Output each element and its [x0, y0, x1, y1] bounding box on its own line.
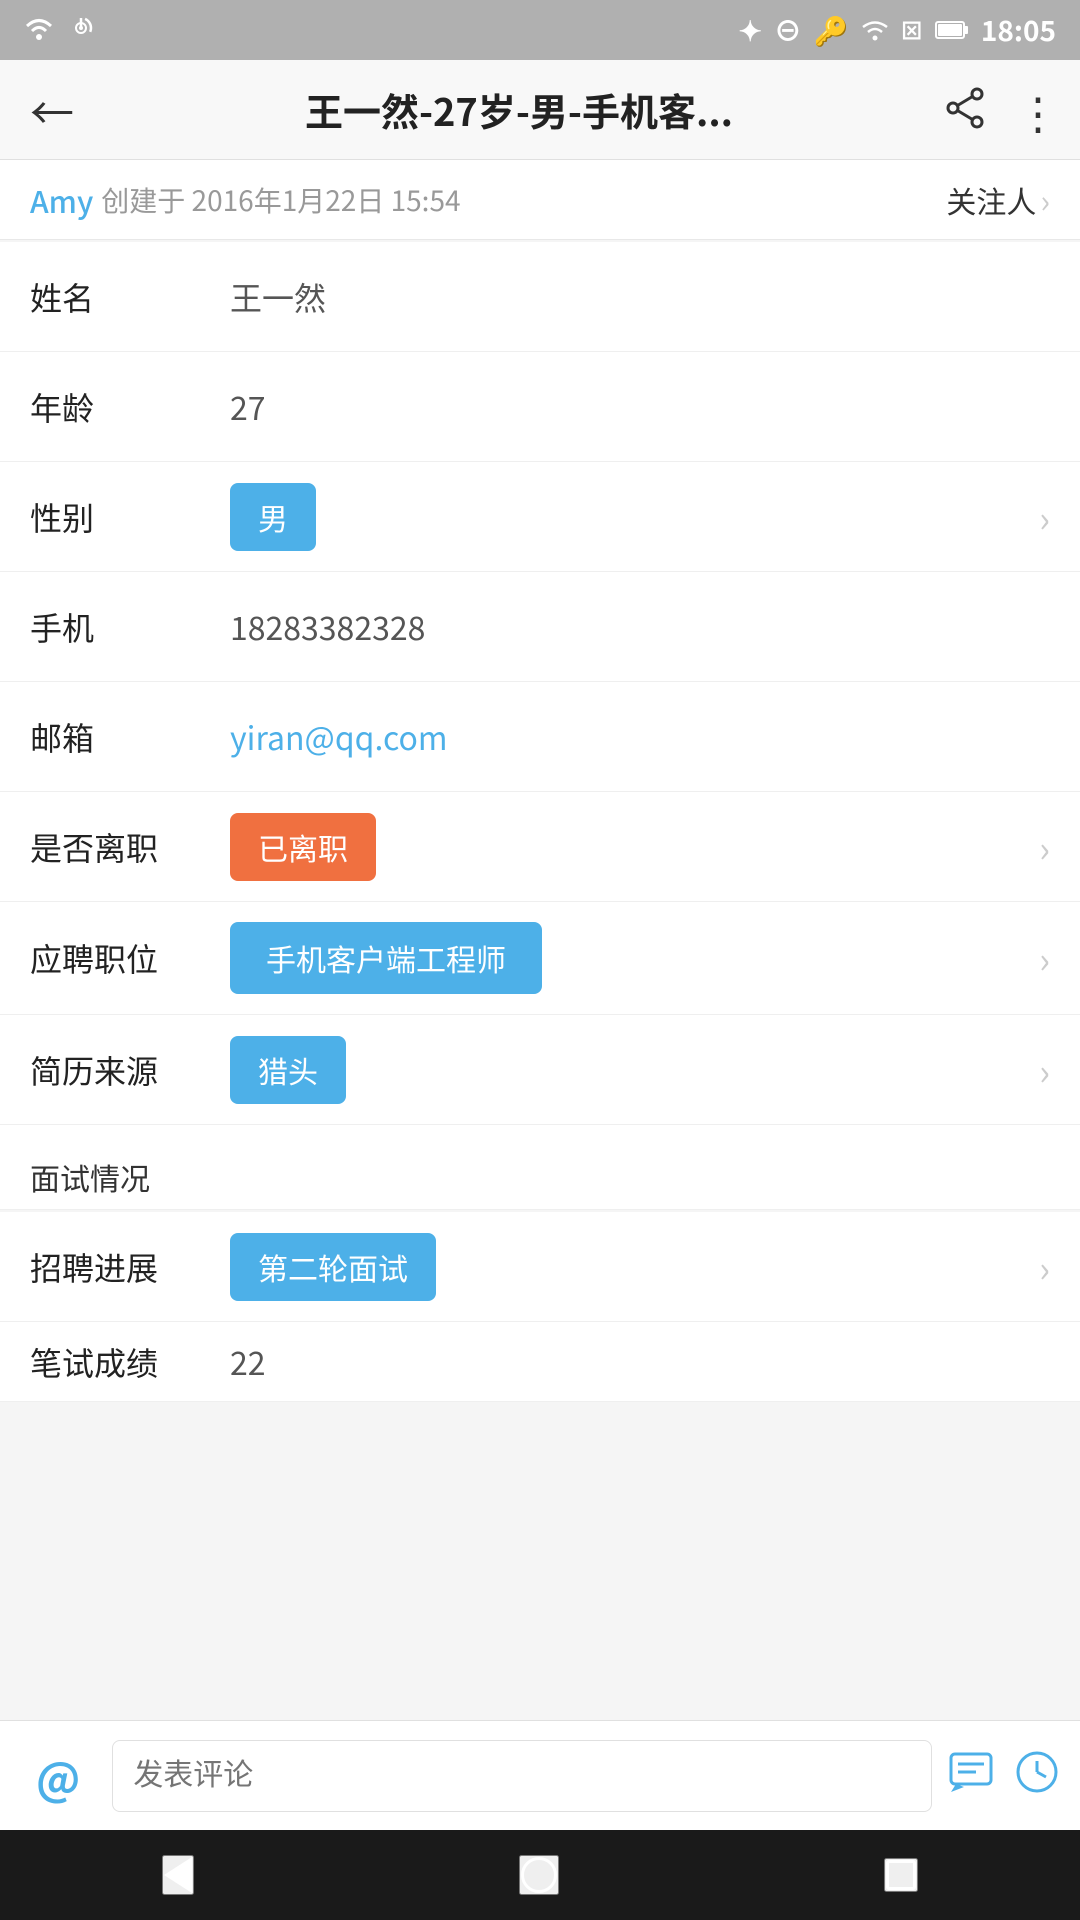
- label-recruitment: 招聘进展: [30, 1244, 230, 1290]
- key-icon: 🔑: [814, 10, 849, 50]
- label-test-score: 笔试成绩: [30, 1339, 230, 1385]
- label-phone: 手机: [30, 604, 230, 650]
- recruitment-tag[interactable]: 第二轮面试: [230, 1233, 436, 1301]
- position-tag[interactable]: 手机客户端工程师: [230, 922, 542, 994]
- back-button[interactable]: ←: [20, 68, 94, 152]
- value-resume-source-row: 猎头: [230, 1036, 1039, 1104]
- label-age: 年龄: [30, 384, 230, 430]
- status-right-icons: ✦ ⊖ 🔑 ⊠ 18:05: [738, 10, 1056, 50]
- recruitment-section: 招聘进展 第二轮面试 › 笔试成绩 22: [0, 1212, 1080, 1402]
- resigned-chevron: ›: [1039, 821, 1050, 873]
- at-button[interactable]: @: [20, 1734, 96, 1818]
- recent-square-icon: [886, 1860, 916, 1890]
- value-name: 王一然: [230, 274, 1050, 320]
- page-title: 王一然-27岁-男-手机客...: [94, 82, 944, 137]
- value-test-score: 22: [230, 1339, 1050, 1385]
- field-position[interactable]: 应聘职位 手机客户端工程师 ›: [0, 902, 1080, 1015]
- info-section: 姓名 王一然 年龄 27 性别 男 › 手机 18283382328 邮箱 yi…: [0, 242, 1080, 1125]
- android-nav-bar: [0, 1830, 1080, 1920]
- follow-label: 关注人: [946, 178, 1036, 222]
- gender-chevron: ›: [1039, 491, 1050, 543]
- more-button[interactable]: ⋮: [1016, 78, 1060, 142]
- signal-icon: [66, 12, 96, 49]
- recruitment-chevron: ›: [1039, 1241, 1050, 1293]
- nav-bar: ← 王一然-27岁-男-手机客... ⋮: [0, 60, 1080, 160]
- creator-bar: Amy 创建于 2016年1月22日 15:54 关注人 ›: [0, 160, 1080, 240]
- comment-input[interactable]: [112, 1740, 932, 1812]
- status-bar: ✦ ⊖ 🔑 ⊠ 18:05: [0, 0, 1080, 60]
- value-resigned-row: 已离职: [230, 813, 1039, 881]
- field-age: 年龄 27: [0, 352, 1080, 462]
- time-display: 18:05: [981, 10, 1056, 50]
- field-gender[interactable]: 性别 男 ›: [0, 462, 1080, 572]
- nosim-icon: ⊠: [901, 14, 923, 46]
- field-name: 姓名 王一然: [0, 242, 1080, 352]
- label-name: 姓名: [30, 274, 230, 320]
- label-resume-source: 简历来源: [30, 1047, 230, 1093]
- label-resigned: 是否离职: [30, 824, 230, 870]
- value-email[interactable]: yiran@qq.com: [230, 714, 1050, 760]
- position-chevron: ›: [1039, 932, 1050, 984]
- gender-tag[interactable]: 男: [230, 483, 316, 551]
- field-resume-source[interactable]: 简历来源 猎头 ›: [0, 1015, 1080, 1125]
- follow-chevron: ›: [1040, 177, 1050, 223]
- section-header-label: 面试情况: [30, 1155, 150, 1199]
- wifi2-icon: [861, 10, 889, 50]
- field-resigned[interactable]: 是否离职 已离职 ›: [0, 792, 1080, 902]
- resume-source-tag[interactable]: 猎头: [230, 1036, 346, 1104]
- nav-actions: ⋮: [944, 78, 1060, 142]
- follow-section[interactable]: 关注人 ›: [946, 177, 1050, 223]
- home-circle-icon: [521, 1857, 557, 1893]
- back-nav-button[interactable]: [162, 1855, 194, 1895]
- field-phone: 手机 18283382328: [0, 572, 1080, 682]
- label-email: 邮箱: [30, 714, 230, 760]
- label-position: 应聘职位: [30, 935, 230, 981]
- battery-icon: [935, 10, 969, 50]
- share-button[interactable]: [944, 78, 986, 142]
- section-header-interview: 面试情况: [0, 1125, 1080, 1210]
- field-recruitment[interactable]: 招聘进展 第二轮面试 ›: [0, 1212, 1080, 1322]
- back-triangle-icon: [164, 1857, 192, 1893]
- value-position-row: 手机客户端工程师: [230, 922, 1039, 994]
- wifi-icon: [24, 12, 54, 49]
- field-test-score-partial: 笔试成绩 22: [0, 1322, 1080, 1402]
- clock-icon-button[interactable]: [1014, 1744, 1060, 1808]
- comment-bar: @: [0, 1720, 1080, 1830]
- created-at: 创建于 2016年1月22日 15:54: [101, 180, 460, 220]
- home-nav-button[interactable]: [519, 1855, 559, 1895]
- creator-name: Amy: [30, 178, 93, 222]
- value-recruitment-row: 第二轮面试: [230, 1233, 1039, 1301]
- bluetooth-icon: ✦: [738, 10, 761, 50]
- value-age: 27: [230, 384, 1050, 430]
- resigned-tag[interactable]: 已离职: [230, 813, 376, 881]
- chat-icon-button[interactable]: [948, 1744, 994, 1808]
- field-email: 邮箱 yiran@qq.com: [0, 682, 1080, 792]
- value-phone: 18283382328: [230, 604, 1050, 650]
- minus-circle-icon: ⊖: [774, 10, 802, 50]
- value-gender-row: 男: [230, 483, 1039, 551]
- resume-source-chevron: ›: [1039, 1044, 1050, 1096]
- comment-icon-group: [948, 1744, 1060, 1808]
- status-left-icons: [24, 12, 96, 49]
- label-gender: 性别: [30, 494, 230, 540]
- recent-nav-button[interactable]: [884, 1858, 918, 1892]
